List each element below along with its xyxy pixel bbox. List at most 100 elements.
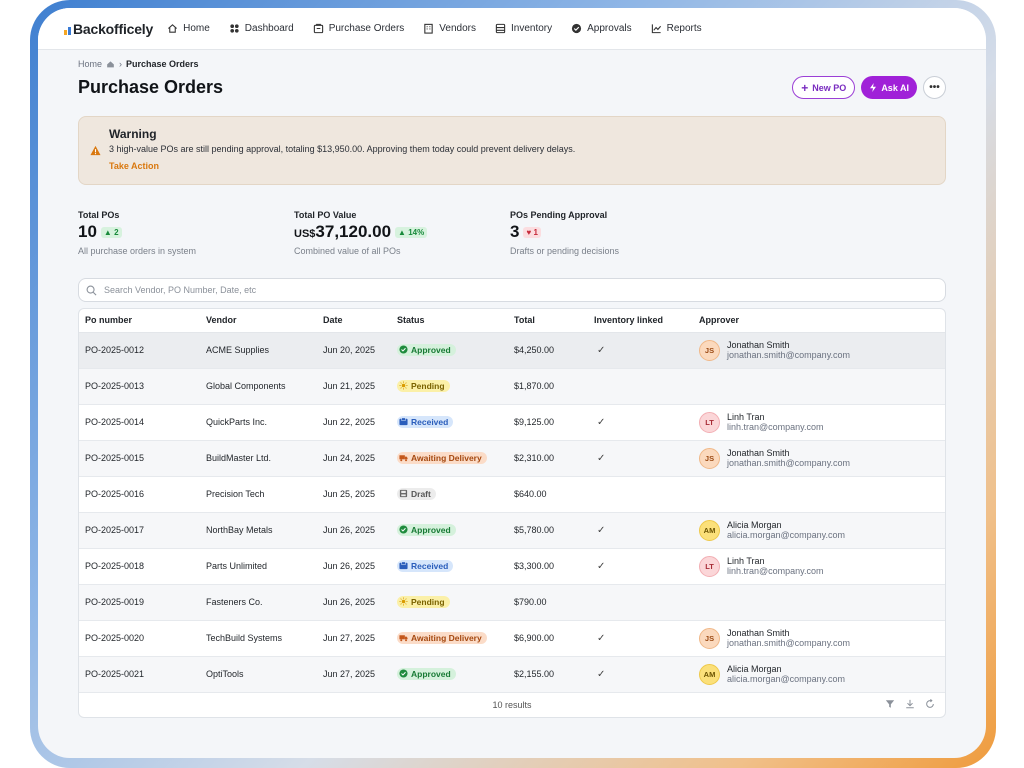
status-label: Approved: [411, 668, 451, 679]
more-options-button[interactable]: •••: [923, 76, 946, 99]
cell-total: $5,780.00: [508, 512, 588, 549]
cell-approver: LT Linh Tran linh.tran@company.com: [693, 404, 945, 441]
avatar: LT: [699, 555, 720, 577]
warning-banner: Warning 3 high-value POs are still pendi…: [78, 116, 946, 185]
home-small-icon: [107, 61, 114, 68]
table-row[interactable]: PO-2025-0012 ACME Supplies Jun 20, 2025 App…: [79, 332, 945, 369]
nav-home[interactable]: Home: [167, 23, 210, 34]
cell-status: Approved: [391, 332, 508, 369]
avatar: JS: [699, 339, 720, 361]
stat-card: Total PO Value US$37,120.00 ▲ 14% Combined …: [294, 210, 510, 256]
table-row[interactable]: PO-2025-0019 Fasteners Co. Jun 26, 2025 Pen…: [79, 584, 945, 621]
cell-vendor: ACME Supplies: [200, 332, 317, 369]
table-header-row: Po number Vendor Date Status Total Inven…: [79, 309, 945, 333]
new-po-button[interactable]: + New PO: [792, 76, 856, 99]
status-label: Received: [411, 416, 449, 427]
cell-status: Pending: [391, 584, 508, 621]
cell-total: $640.00: [508, 476, 588, 513]
nav-reports[interactable]: Reports: [651, 23, 702, 34]
approver-cell: JS Jonathan Smith jonathan.smith@company.c…: [699, 627, 945, 649]
column-header-inventory-linked[interactable]: Inventory linked: [588, 309, 693, 333]
page-title: Purchase Orders: [78, 77, 224, 97]
cell-date: Jun 26, 2025: [317, 512, 391, 549]
status-badge: Approved: [397, 523, 456, 536]
take-action-link[interactable]: Take Action: [109, 161, 945, 171]
approver-name: Linh Tran: [727, 412, 765, 422]
checkmark-icon: ✓: [597, 452, 606, 464]
cell-po-number: PO-2025-0021: [79, 656, 200, 693]
table-row[interactable]: PO-2025-0016 Precision Tech Jun 25, 2025 Dr…: [79, 476, 945, 513]
checkmark-icon: ✓: [597, 632, 606, 644]
check-circle-icon: [399, 525, 408, 534]
cell-po-number: PO-2025-0016: [79, 476, 200, 513]
nav-vendors[interactable]: Vendors: [423, 23, 476, 34]
cell-total: $9,125.00: [508, 404, 588, 441]
approver-email: linh.tran@company.com: [727, 566, 824, 576]
table-row[interactable]: PO-2025-0014 QuickParts Inc. Jun 22, 2025 R…: [79, 404, 945, 441]
stat-value: US$37,120.00: [294, 222, 391, 242]
status-badge: Draft: [397, 487, 436, 500]
download-icon[interactable]: [905, 699, 915, 709]
approver-email: linh.tran@company.com: [727, 422, 824, 432]
purchase-orders-icon: [313, 23, 323, 34]
cell-vendor: Precision Tech: [200, 476, 317, 513]
approver-cell: JS Jonathan Smith jonathan.smith@company.c…: [699, 447, 945, 469]
nav-purchase-orders[interactable]: Purchase Orders: [313, 23, 404, 34]
cell-approver: [693, 368, 945, 405]
checkmark-icon: ✓: [597, 344, 606, 356]
avatar: JS: [699, 447, 720, 469]
nav-inventory[interactable]: Inventory: [495, 23, 552, 34]
cell-status: Pending: [391, 368, 508, 405]
cell-date: Jun 26, 2025: [317, 548, 391, 585]
column-header-status[interactable]: Status: [391, 309, 508, 333]
page-actions: + New PO Ask AI •••: [792, 76, 946, 99]
breadcrumb-home[interactable]: Home: [78, 59, 102, 69]
home-icon: [168, 24, 178, 33]
column-header-date[interactable]: Date: [317, 309, 391, 333]
table-row[interactable]: PO-2025-0018 Parts Unlimited Jun 26, 2025 R…: [79, 548, 945, 585]
table-row[interactable]: PO-2025-0021 OptiTools Jun 27, 2025 Approve…: [79, 656, 945, 693]
approver-name: Alicia Morgan: [727, 664, 782, 674]
avatar: AM: [699, 519, 720, 541]
check-circle-icon: [399, 345, 408, 354]
status-badge: Awaiting Delivery: [397, 631, 487, 644]
filter-icon[interactable]: [885, 699, 895, 709]
status-label: Draft: [411, 488, 431, 499]
cell-total: $1,870.00: [508, 368, 588, 405]
nav-dashboard[interactable]: Dashboard: [229, 23, 294, 34]
warning-message: 3 high-value POs are still pending appro…: [109, 144, 576, 154]
status-label: Approved: [411, 344, 451, 355]
column-header-approver[interactable]: Approver: [693, 309, 945, 333]
table-row[interactable]: PO-2025-0020 TechBuild Systems Jun 27, 202…: [79, 620, 945, 657]
table-row[interactable]: PO-2025-0015 BuildMaster Ltd. Jun 24, 2025…: [79, 440, 945, 477]
column-header-total[interactable]: Total: [508, 309, 588, 333]
column-header-vendor[interactable]: Vendor: [200, 309, 317, 333]
cell-po-number: PO-2025-0015: [79, 440, 200, 477]
stats-row: Total POs 10 ▲ 2 All purchase orders in sys…: [78, 210, 946, 256]
approver-name: Jonathan Smith: [727, 340, 790, 350]
checkmark-icon: ✓: [597, 524, 606, 536]
approver-email: alicia.morgan@company.com: [727, 530, 846, 540]
cell-inventory-linked: [588, 584, 693, 621]
status-label: Pending: [411, 596, 445, 607]
cell-status: Awaiting Delivery: [391, 440, 508, 477]
table-row[interactable]: PO-2025-0017 NorthBay Metals Jun 26, 2025 A…: [79, 512, 945, 549]
refresh-icon[interactable]: [925, 698, 935, 709]
ask-ai-button[interactable]: Ask AI: [861, 76, 917, 99]
nav-vendors-label: Vendors: [439, 23, 476, 34]
search-bar[interactable]: [78, 278, 946, 302]
table-row[interactable]: PO-2025-0013 Global Components Jun 21, 202…: [79, 368, 945, 405]
brand-logo[interactable]: Backofficely: [64, 21, 153, 37]
column-header-po-number[interactable]: Po number: [79, 309, 200, 333]
lightning-icon: [870, 83, 877, 92]
search-input[interactable]: [104, 285, 504, 295]
cell-po-number: PO-2025-0019: [79, 584, 200, 621]
status-label: Awaiting Delivery: [411, 452, 482, 463]
brand-mark-icon: [64, 23, 71, 35]
cell-po-number: PO-2025-0014: [79, 404, 200, 441]
cell-vendor: Global Components: [200, 368, 317, 405]
cell-approver: JS Jonathan Smith jonathan.smith@company.c…: [693, 440, 945, 477]
arrow-up-icon: ▲: [103, 227, 112, 237]
nav-approvals[interactable]: Approvals: [571, 23, 632, 34]
status-badge: Awaiting Delivery: [397, 451, 487, 464]
